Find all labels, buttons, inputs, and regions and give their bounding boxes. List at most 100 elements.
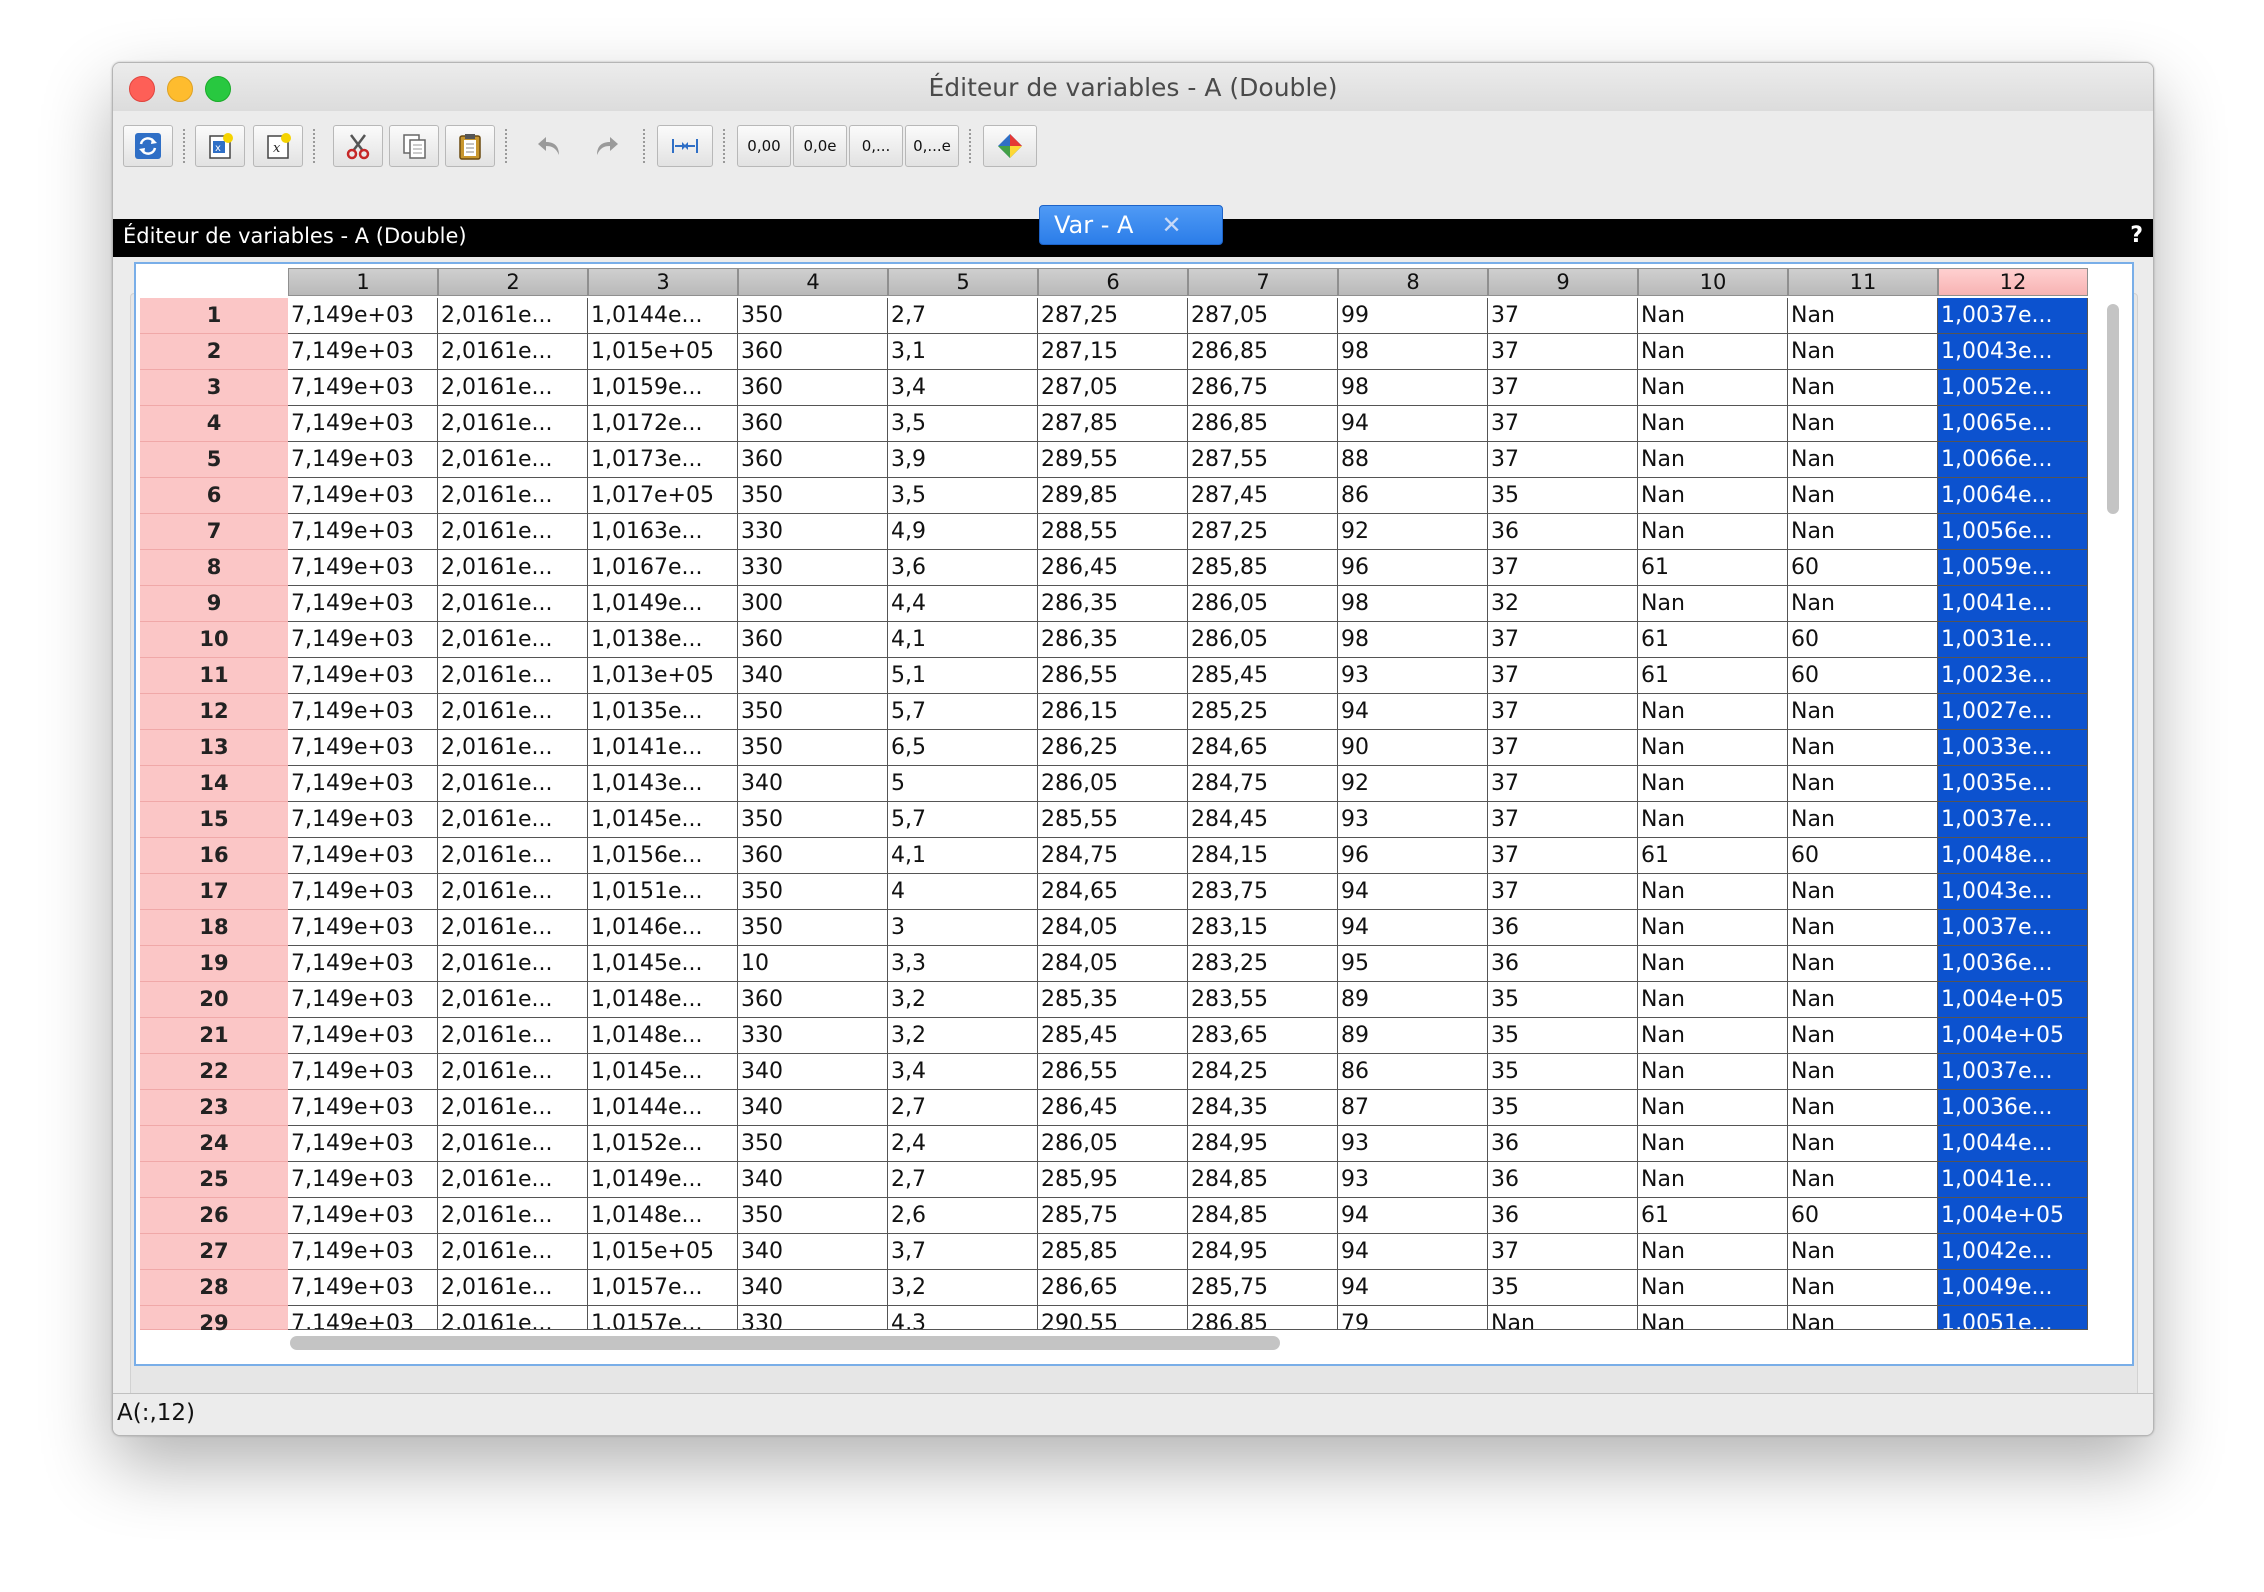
table-cell[interactable]: 3,5 xyxy=(888,478,1038,514)
table-cell[interactable]: 2,0161e... xyxy=(438,1198,588,1234)
table-cell[interactable]: 1,0027e... xyxy=(1938,694,2088,730)
table-cell[interactable]: 286,85 xyxy=(1188,406,1338,442)
table-cell[interactable]: 290,55 xyxy=(1038,1306,1188,1330)
column-header[interactable]: 9 xyxy=(1488,268,1638,296)
table-cell[interactable]: 1,0167e... xyxy=(588,550,738,586)
table-cell[interactable]: 2,0161e... xyxy=(438,874,588,910)
table-cell[interactable]: 2,0161e... xyxy=(438,370,588,406)
table-cell[interactable]: 1,0037e... xyxy=(1938,298,2088,334)
table-cell[interactable]: 1,0037e... xyxy=(1938,910,2088,946)
table-cell[interactable]: 36 xyxy=(1488,1162,1638,1198)
row-header[interactable]: 7 xyxy=(140,514,288,550)
table-cell[interactable]: 7,149e+03 xyxy=(288,334,438,370)
table-cell[interactable]: Nan xyxy=(1638,982,1788,1018)
table-cell[interactable]: 2,0161e... xyxy=(438,802,588,838)
table-cell[interactable]: Nan xyxy=(1638,1054,1788,1090)
table-cell[interactable]: 7,149e+03 xyxy=(288,874,438,910)
table-cell[interactable]: 37 xyxy=(1488,622,1638,658)
table-cell[interactable]: Nan xyxy=(1788,802,1938,838)
table-cell[interactable]: 7,149e+03 xyxy=(288,406,438,442)
row-header[interactable]: 4 xyxy=(140,406,288,442)
table-cell[interactable]: 37 xyxy=(1488,730,1638,766)
close-tab-icon[interactable]: ✕ xyxy=(1161,211,1181,239)
table-cell[interactable]: 7,149e+03 xyxy=(288,1198,438,1234)
table-cell[interactable]: 5,7 xyxy=(888,802,1038,838)
table-cell[interactable]: Nan xyxy=(1638,334,1788,370)
table-cell[interactable]: 285,75 xyxy=(1038,1198,1188,1234)
table-cell[interactable]: 286,55 xyxy=(1038,658,1188,694)
table-cell[interactable]: 6,5 xyxy=(888,730,1038,766)
table-cell[interactable]: 7,149e+03 xyxy=(288,658,438,694)
table-cell[interactable]: Nan xyxy=(1638,1270,1788,1306)
row-header[interactable]: 12 xyxy=(140,694,288,730)
table-cell[interactable]: 289,85 xyxy=(1038,478,1188,514)
table-cell[interactable]: 2,0161e... xyxy=(438,694,588,730)
table-cell[interactable]: 360 xyxy=(738,442,888,478)
table-cell[interactable]: 4,1 xyxy=(888,838,1038,874)
table-cell[interactable]: 340 xyxy=(738,658,888,694)
table-cell[interactable]: 285,55 xyxy=(1038,802,1188,838)
table-cell[interactable]: 7,149e+03 xyxy=(288,442,438,478)
horizontal-scroll-thumb[interactable] xyxy=(290,1336,1280,1350)
table-cell[interactable]: 35 xyxy=(1488,1090,1638,1126)
table-cell[interactable]: 1,0152e... xyxy=(588,1126,738,1162)
table-cell[interactable]: Nan xyxy=(1788,1162,1938,1198)
table-cell[interactable]: Nan xyxy=(1788,1018,1938,1054)
row-header[interactable]: 1 xyxy=(140,298,288,334)
table-cell[interactable]: 3 xyxy=(888,910,1038,946)
table-cell[interactable]: 1,0051e... xyxy=(1938,1306,2088,1330)
table-cell[interactable]: 95 xyxy=(1338,946,1488,982)
row-header[interactable]: 20 xyxy=(140,982,288,1018)
table-cell[interactable]: 1,0023e... xyxy=(1938,658,2088,694)
table-cell[interactable]: 93 xyxy=(1338,802,1488,838)
table-cell[interactable]: 284,65 xyxy=(1038,874,1188,910)
table-cell[interactable]: 1,0036e... xyxy=(1938,1090,2088,1126)
table-cell[interactable]: 2,0161e... xyxy=(438,838,588,874)
column-header[interactable]: 3 xyxy=(588,268,738,296)
fit-columns-button[interactable] xyxy=(657,125,713,167)
table-cell[interactable]: 61 xyxy=(1638,1198,1788,1234)
table-cell[interactable]: 2,0161e... xyxy=(438,406,588,442)
table-cell[interactable]: 7,149e+03 xyxy=(288,586,438,622)
table-cell[interactable]: Nan xyxy=(1638,910,1788,946)
table-cell[interactable]: 7,149e+03 xyxy=(288,1234,438,1270)
table-cell[interactable]: 283,15 xyxy=(1188,910,1338,946)
table-cell[interactable]: 2,0161e... xyxy=(438,982,588,1018)
table-cell[interactable]: 7,149e+03 xyxy=(288,1306,438,1330)
paste-button[interactable] xyxy=(445,125,495,167)
table-cell[interactable]: 3,6 xyxy=(888,550,1038,586)
table-cell[interactable]: 2,0161e... xyxy=(438,1090,588,1126)
table-cell[interactable]: 350 xyxy=(738,910,888,946)
table-cell[interactable]: Nan xyxy=(1788,442,1938,478)
table-cell[interactable]: 284,45 xyxy=(1188,802,1338,838)
table-cell[interactable]: 1,0043e... xyxy=(1938,874,2088,910)
table-cell[interactable]: 284,05 xyxy=(1038,946,1188,982)
table-cell[interactable]: 2,0161e... xyxy=(438,946,588,982)
table-cell[interactable]: 1,0035e... xyxy=(1938,766,2088,802)
copy-button[interactable] xyxy=(389,125,439,167)
table-cell[interactable]: 60 xyxy=(1788,838,1938,874)
table-cell[interactable]: 284,85 xyxy=(1188,1198,1338,1234)
table-cell[interactable]: 1,0143e... xyxy=(588,766,738,802)
table-cell[interactable]: 37 xyxy=(1488,550,1638,586)
table-cell[interactable]: Nan xyxy=(1638,802,1788,838)
table-cell[interactable]: 89 xyxy=(1338,1018,1488,1054)
table-cell[interactable]: 36 xyxy=(1488,1126,1638,1162)
table-cell[interactable]: 286,35 xyxy=(1038,622,1188,658)
table-cell[interactable]: 1,015e+05 xyxy=(588,1234,738,1270)
row-header[interactable]: 27 xyxy=(140,1234,288,1270)
table-cell[interactable]: 360 xyxy=(738,406,888,442)
table-cell[interactable]: 87 xyxy=(1338,1090,1488,1126)
table-cell[interactable]: 10 xyxy=(738,946,888,982)
table-cell[interactable]: Nan xyxy=(1788,910,1938,946)
table-cell[interactable]: 37 xyxy=(1488,658,1638,694)
table-cell[interactable]: 32 xyxy=(1488,586,1638,622)
table-cell[interactable]: Nan xyxy=(1788,406,1938,442)
table-cell[interactable]: 1,0056e... xyxy=(1938,514,2088,550)
table-cell[interactable]: 287,05 xyxy=(1038,370,1188,406)
table-cell[interactable]: 2,0161e... xyxy=(438,1054,588,1090)
table-cell[interactable]: 96 xyxy=(1338,550,1488,586)
redo-button[interactable] xyxy=(581,125,631,167)
table-cell[interactable]: 2,0161e... xyxy=(438,730,588,766)
row-header[interactable]: 22 xyxy=(140,1054,288,1090)
